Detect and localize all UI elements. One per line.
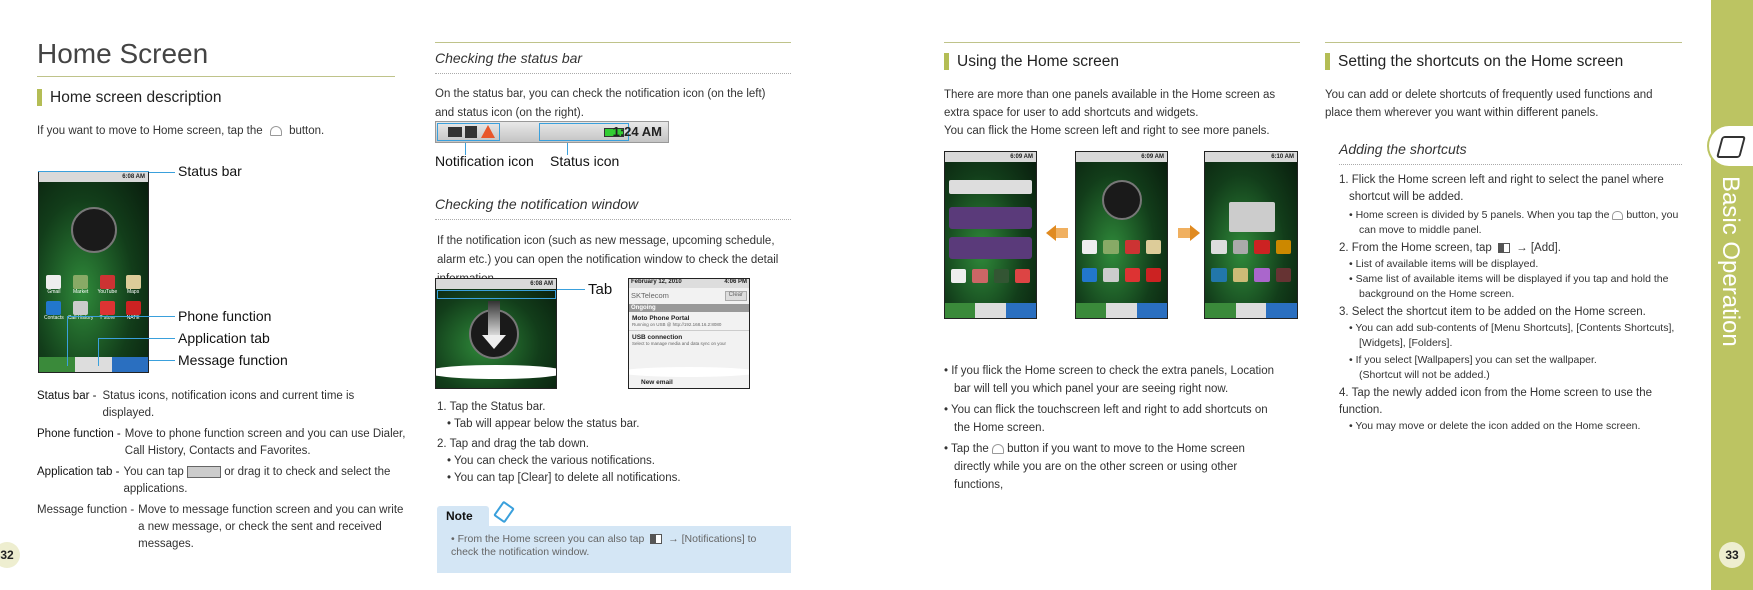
app-label: Maps — [126, 289, 140, 295]
status-bar-heading: Checking the status bar — [435, 50, 583, 66]
intro-text: If you want to move to Home screen, tap … — [37, 122, 324, 141]
status-bar: 6:08 AM — [39, 172, 148, 182]
term: Status bar - — [37, 390, 97, 402]
app-nate[interactable]: NATE — [121, 301, 145, 322]
home-screen-image: 6:08 AM Gmail Market YouTube Maps Contac… — [38, 171, 149, 373]
using-heading: Using the Home screen — [944, 53, 1119, 70]
pencil-icon — [493, 500, 515, 524]
notification-icon-label: Notification icon — [435, 153, 534, 169]
status-bar: 6:08 AM — [436, 279, 556, 289]
note-tab: Note — [437, 506, 489, 526]
panel-left-image: 6:09 AM — [944, 151, 1037, 319]
usb-icon — [465, 126, 477, 138]
carrier: SKTelecom — [631, 291, 669, 300]
step: 1. Tap the Status bar. — [437, 401, 546, 413]
time: 4:06 PM — [724, 279, 747, 285]
app-tab-icon — [187, 465, 221, 478]
ongoing-header: Ongoing — [629, 304, 749, 312]
clock-widget — [71, 207, 117, 253]
shortcut-steps: 1. Flick the Home screen left and right … — [1339, 174, 1679, 432]
page-title: Home Screen — [37, 38, 209, 69]
home-icon — [991, 443, 1004, 454]
term: Phone function - — [37, 428, 121, 440]
shortcuts-text: You can add or delete shortcuts of frequ… — [1325, 89, 1653, 119]
app-maps[interactable]: Maps — [121, 275, 145, 296]
app-youtube[interactable]: YouTube — [95, 275, 119, 296]
clear-button[interactable]: Clear — [724, 291, 747, 301]
notification-sub: Running on USB @ http://192.168.16.2:808… — [632, 322, 722, 327]
message-icon — [448, 127, 462, 137]
definitions: Status bar - Status icons, notification i… — [37, 388, 407, 553]
notification-sub: Select to manage media and data sync on … — [632, 341, 727, 346]
app-t-store[interactable]: T store — [95, 301, 119, 322]
shortcuts-heading: Setting the shortcuts on the Home screen — [1325, 53, 1623, 70]
callout-application-tab: Application tab — [178, 330, 270, 346]
page-number: 32 — [0, 542, 20, 568]
chapter-icon — [1707, 124, 1753, 168]
status-bar-image: 1:24 AM — [435, 121, 669, 143]
using-bullets: • If you flick the Home screen to check … — [944, 365, 1275, 491]
date: February 12, 2010 — [631, 279, 682, 285]
chapter-title: Basic Operation — [1717, 176, 1744, 347]
section-heading: Home screen description — [37, 89, 221, 106]
arrow-left-icon — [1046, 225, 1056, 241]
tab-label: Tab — [588, 281, 613, 298]
callout-phone-function: Phone function — [178, 308, 272, 324]
step: 2. Tap and drag the tab down. — [437, 438, 589, 450]
note-box: • From the Home screen you can also tap … — [437, 526, 791, 573]
bullet: • You can tap [Clear] to delete all noti… — [447, 472, 681, 484]
menu-icon — [650, 534, 663, 545]
definition: Move to message function screen and you … — [138, 504, 404, 550]
warning-icon — [481, 125, 495, 138]
app-call-history[interactable]: Call History — [68, 301, 93, 322]
home-icon — [269, 125, 282, 136]
notification-steps: 1. Tap the Status bar. • Tab will appear… — [437, 399, 681, 487]
app-label: Contacts — [44, 315, 64, 321]
arrow-down-icon — [488, 301, 500, 336]
menu-icon — [1497, 242, 1510, 253]
notification-title[interactable]: USB connection — [632, 334, 746, 341]
app-gmail[interactable]: Gmail — [42, 275, 66, 296]
adding-shortcuts-heading: Adding the shortcuts — [1339, 141, 1467, 157]
divider — [37, 76, 395, 77]
definition: You can tap or drag it to check and sele… — [123, 465, 391, 495]
home-icon — [1612, 210, 1624, 220]
status-time: 1:24 AM — [612, 124, 662, 139]
dock — [39, 357, 148, 372]
notification-window-image: February 12, 2010 4:06 PM SKTelecom Clear … — [628, 278, 750, 389]
page-number: 33 — [1719, 542, 1745, 568]
app-grid: Gmail Market YouTube Maps Contacts Call … — [42, 275, 145, 322]
callout-message-function: Message function — [178, 352, 288, 368]
arrow-right-icon — [1190, 225, 1200, 241]
panel-middle-image: 6:09 AM — [1075, 151, 1168, 319]
using-text: There are more than one panels available… — [944, 89, 1276, 137]
new-email-item[interactable]: New email — [641, 379, 673, 386]
intro: If you want to move to Home screen, tap … — [37, 125, 263, 137]
notification-heading: Checking the notification window — [435, 196, 639, 212]
app-label: YouTube — [97, 289, 118, 295]
app-label: Gmail — [47, 289, 61, 295]
bullet: • Tab will appear below the status bar. — [447, 418, 640, 430]
term: Application tab - — [37, 466, 120, 478]
app-contacts[interactable]: Contacts — [42, 301, 66, 322]
callout-status-bar: Status bar — [178, 163, 242, 179]
bullet: • You can check the various notification… — [447, 455, 655, 467]
search-widget — [949, 180, 1032, 194]
intro-end: button. — [289, 125, 325, 137]
panel-right-image: 6:10 AM — [1204, 151, 1298, 319]
app-label: Market — [72, 289, 89, 295]
status-icon-label: Status icon — [550, 153, 620, 169]
definition: Status icons, notification icons and cur… — [102, 390, 355, 419]
term: Message function - — [37, 504, 135, 516]
tab-image: 6:08 AM — [435, 278, 557, 389]
notification-title[interactable]: Moto Phone Portal — [632, 315, 746, 322]
status-bar-text: On the status bar, you can check the not… — [435, 88, 766, 119]
app-market[interactable]: Market — [68, 275, 94, 296]
definition: Move to phone function screen and you ca… — [124, 428, 406, 457]
